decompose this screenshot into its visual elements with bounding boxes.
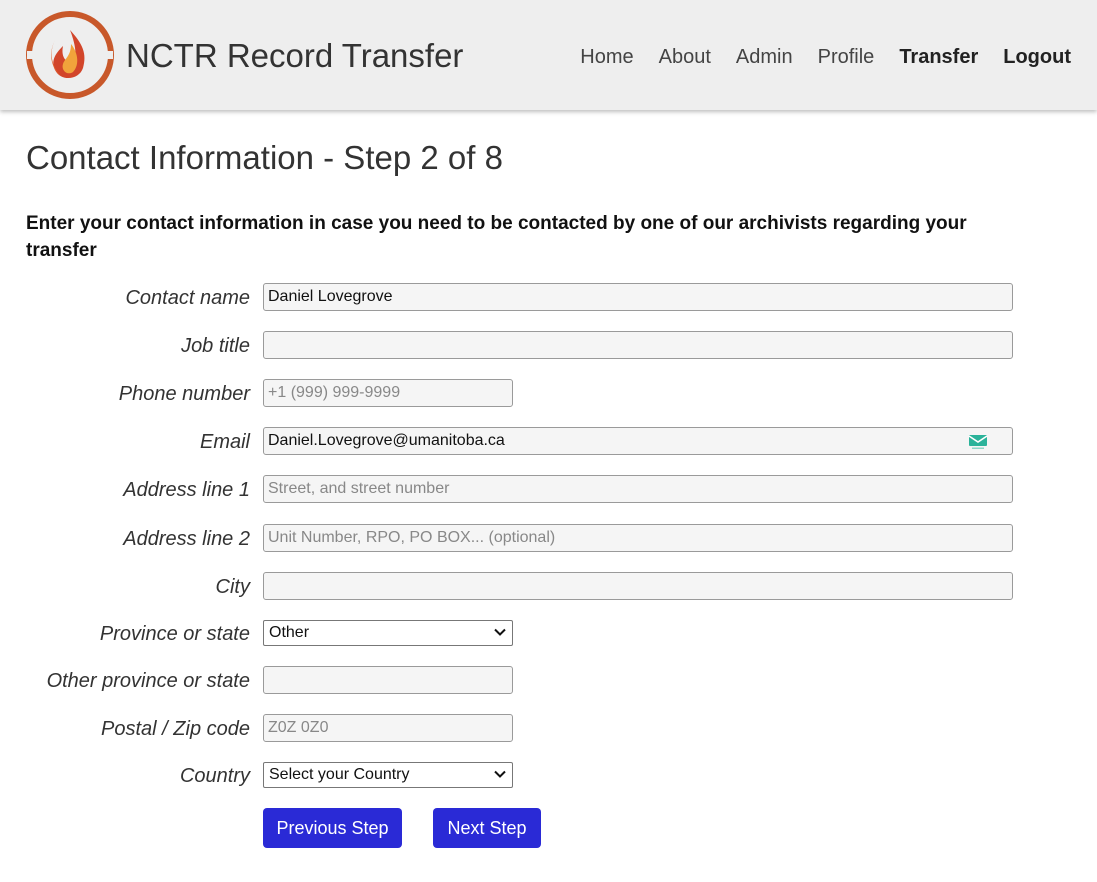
email-label: Email [199, 431, 250, 453]
province-label: Province or state [99, 623, 250, 645]
province-select[interactable]: Other [263, 620, 513, 646]
chevron-down-icon [494, 770, 506, 778]
address-line-1-row: Address line 1 [0, 475, 1097, 505]
previous-step-button[interactable]: Previous Step [263, 808, 402, 848]
city-label: City [215, 576, 250, 598]
nav-logout[interactable]: Logout [1003, 44, 1071, 70]
nav-about[interactable]: About [659, 44, 711, 70]
address-line-2-row: Address line 2 [0, 524, 1097, 554]
job-title-input[interactable] [263, 331, 1013, 359]
country-selected-value: Select your Country [269, 766, 410, 783]
flame-logo-icon[interactable] [25, 10, 115, 100]
address-line-1-input[interactable] [263, 475, 1013, 503]
other-province-row: Other province or state [0, 666, 1097, 696]
nav-profile[interactable]: Profile [818, 44, 875, 70]
site-header: NCTR Record Transfer Home About Admin Pr… [0, 0, 1097, 110]
phone-number-row: Phone number [0, 379, 1097, 409]
contact-name-row: Contact name [0, 283, 1097, 313]
postal-code-input[interactable] [263, 714, 513, 742]
nav-home[interactable]: Home [580, 44, 633, 70]
email-input[interactable] [263, 427, 1013, 455]
form-instructions: Enter your contact information in case y… [26, 213, 967, 261]
city-input[interactable] [263, 572, 1013, 600]
nav-transfer[interactable]: Transfer [899, 44, 978, 70]
main-nav: Home About Admin Profile Transfer Logout [555, 44, 1071, 70]
phone-number-input[interactable] [263, 379, 513, 407]
mail-icon[interactable] [968, 434, 988, 450]
country-row: Country Select your Country [0, 761, 1097, 791]
province-row: Province or state Other [0, 619, 1097, 649]
address-line-1-label: Address line 1 [123, 479, 250, 501]
address-line-2-input[interactable] [263, 524, 1013, 552]
chevron-down-icon [494, 628, 506, 636]
province-selected-value: Other [269, 624, 310, 641]
job-title-label: Job title [181, 335, 250, 357]
other-province-input[interactable] [263, 666, 513, 694]
phone-number-label: Phone number [118, 383, 250, 405]
nav-admin[interactable]: Admin [736, 44, 793, 70]
postal-code-label: Postal / Zip code [101, 718, 250, 740]
site-title[interactable]: NCTR Record Transfer [126, 36, 463, 76]
country-select[interactable]: Select your Country [263, 762, 513, 788]
contact-name-label: Contact name [125, 287, 250, 309]
country-label: Country [179, 765, 250, 787]
next-step-button[interactable]: Next Step [433, 808, 541, 848]
other-province-label: Other province or state [46, 670, 250, 692]
email-row: Email [0, 427, 1097, 457]
job-title-row: Job title [0, 331, 1097, 361]
city-row: City [0, 572, 1097, 602]
page-title: Contact Information - Step 2 of 8 [26, 139, 503, 176]
address-line-2-label: Address line 2 [123, 528, 250, 550]
postal-code-row: Postal / Zip code [0, 714, 1097, 744]
contact-name-input[interactable] [263, 283, 1013, 311]
